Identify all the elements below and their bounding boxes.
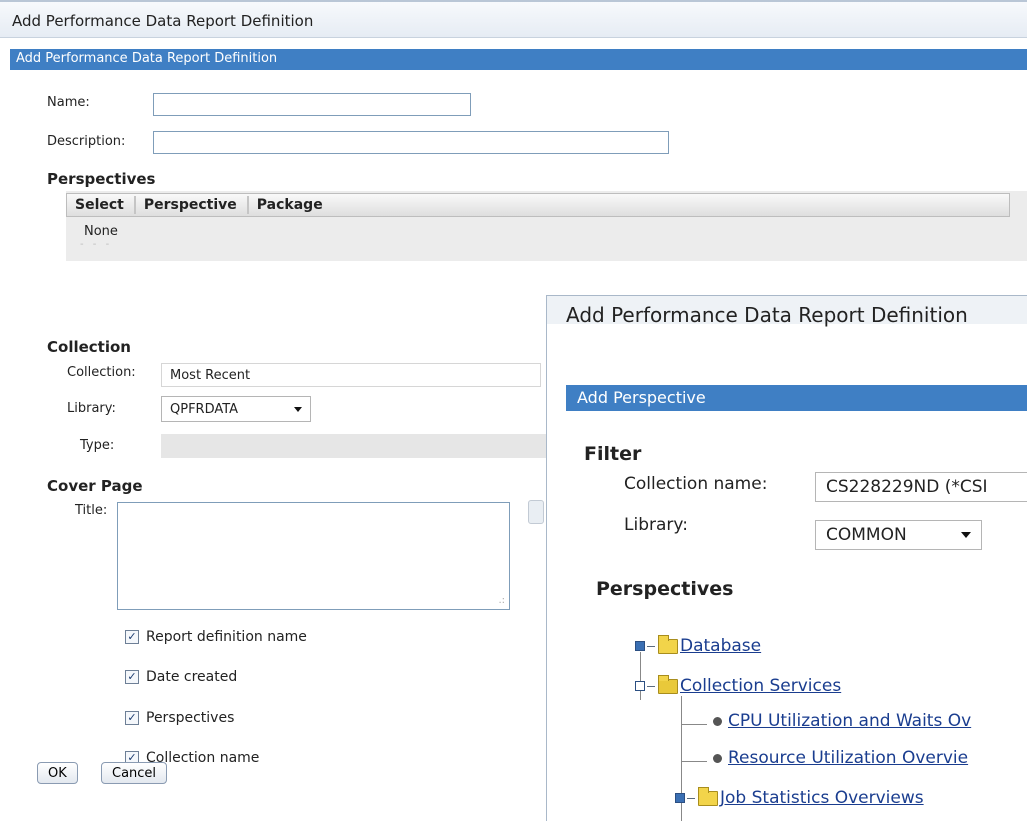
tree-node-job-statistics[interactable]: Job Statistics Overviews — [675, 786, 924, 808]
window-title-bar: Add Performance Data Report Definition — [0, 0, 1027, 38]
expand-icon[interactable] — [635, 641, 645, 651]
tree-node-cpu-utilization[interactable]: CPU Utilization and Waits Ov — [713, 711, 971, 731]
add-perspective-dialog: Add Performance Data Report Definition A… — [546, 295, 1027, 821]
tree-link-database[interactable]: Database — [680, 636, 761, 656]
dialog-perspectives-heading: Perspectives — [596, 578, 734, 600]
collection-heading: Collection — [47, 338, 131, 356]
dialog-library-select-value: COMMON — [826, 525, 907, 545]
window-title: Add Performance Data Report Definition — [12, 12, 314, 30]
library-label: Library: — [67, 401, 116, 416]
collection-name-field[interactable]: CS228229ND (*CSI — [815, 472, 1027, 502]
tree-node-collection-services[interactable]: Collection Services — [635, 674, 841, 696]
dialog-title: Add Performance Data Report Definition — [566, 303, 968, 327]
cancel-button[interactable]: Cancel — [101, 762, 168, 784]
dialog-panel-title: Add Perspective — [577, 388, 706, 407]
chevron-down-icon — [961, 532, 971, 538]
collection-value: Most Recent — [161, 363, 541, 387]
perspectives-table: Select Perspective Package None - - - — [66, 191, 1027, 261]
folder-icon — [698, 786, 718, 806]
chevron-down-icon — [294, 406, 302, 412]
filter-heading: Filter — [584, 443, 642, 465]
background-control — [528, 500, 544, 524]
name-input[interactable] — [153, 93, 471, 116]
folder-icon — [658, 634, 678, 654]
panel-title: Add Performance Data Report Definition — [16, 51, 278, 66]
collection-name-label: Collection name: — [624, 474, 768, 494]
collapse-icon[interactable] — [635, 681, 645, 691]
tree-link-resource-utilization[interactable]: Resource Utilization Overvie — [728, 748, 968, 768]
option-date-created[interactable]: ✓ Date created — [125, 669, 237, 685]
panel-header: Add Performance Data Report Definition — [10, 49, 1027, 70]
dialog-library-label: Library: — [624, 515, 688, 535]
row-divider: - - - — [80, 239, 113, 250]
tree-branch — [681, 761, 707, 762]
option-label: Perspectives — [146, 710, 235, 726]
library-select-value: QPFRDATA — [170, 401, 239, 417]
tree-link-job-statistics[interactable]: Job Statistics Overviews — [720, 788, 924, 808]
column-package[interactable]: Package — [249, 196, 333, 214]
perspective-bullet-icon — [713, 753, 722, 763]
description-label: Description: — [47, 134, 126, 149]
tree-link-collection-services[interactable]: Collection Services — [680, 676, 841, 696]
resize-grip-icon[interactable]: .: — [498, 595, 505, 606]
library-select[interactable]: QPFRDATA — [161, 396, 311, 422]
type-label: Type: — [80, 438, 115, 453]
option-label: Report definition name — [146, 629, 307, 645]
expand-icon[interactable] — [675, 793, 685, 803]
tree-branch — [647, 685, 655, 687]
tree-branch — [681, 724, 707, 725]
checkbox-checked-icon[interactable]: ✓ — [125, 711, 139, 725]
cover-page-heading: Cover Page — [47, 477, 143, 495]
name-label: Name: — [47, 95, 90, 110]
column-select[interactable]: Select — [67, 196, 136, 214]
type-value — [161, 434, 546, 458]
description-input[interactable] — [153, 131, 669, 154]
open-folder-icon — [658, 674, 678, 694]
tree-node-database[interactable]: Database — [635, 634, 761, 656]
dialog-library-select[interactable]: COMMON — [815, 520, 982, 550]
tree-link-cpu-utilization[interactable]: CPU Utilization and Waits Ov — [728, 711, 971, 731]
checkbox-checked-icon[interactable]: ✓ — [125, 630, 139, 644]
tree-node-resource-utilization[interactable]: Resource Utilization Overvie — [713, 748, 968, 768]
perspectives-empty-text: None — [84, 224, 118, 239]
option-perspectives[interactable]: ✓ Perspectives — [125, 710, 234, 726]
option-label: Date created — [146, 669, 238, 685]
checkbox-checked-icon[interactable]: ✓ — [125, 670, 139, 684]
tree-branch — [687, 797, 695, 799]
collection-label: Collection: — [67, 365, 136, 380]
option-report-definition-name[interactable]: ✓ Report definition name — [125, 629, 307, 645]
perspectives-heading: Perspectives — [47, 170, 156, 188]
perspective-bullet-icon — [713, 716, 722, 726]
title-textarea[interactable]: .: — [117, 502, 510, 610]
ok-button[interactable]: OK — [37, 762, 78, 784]
column-perspective[interactable]: Perspective — [136, 196, 249, 214]
tree-branch — [647, 645, 655, 647]
dialog-panel-header: Add Perspective — [566, 385, 1027, 411]
title-label: Title: — [75, 503, 108, 518]
perspectives-table-header: Select Perspective Package — [66, 193, 1010, 217]
